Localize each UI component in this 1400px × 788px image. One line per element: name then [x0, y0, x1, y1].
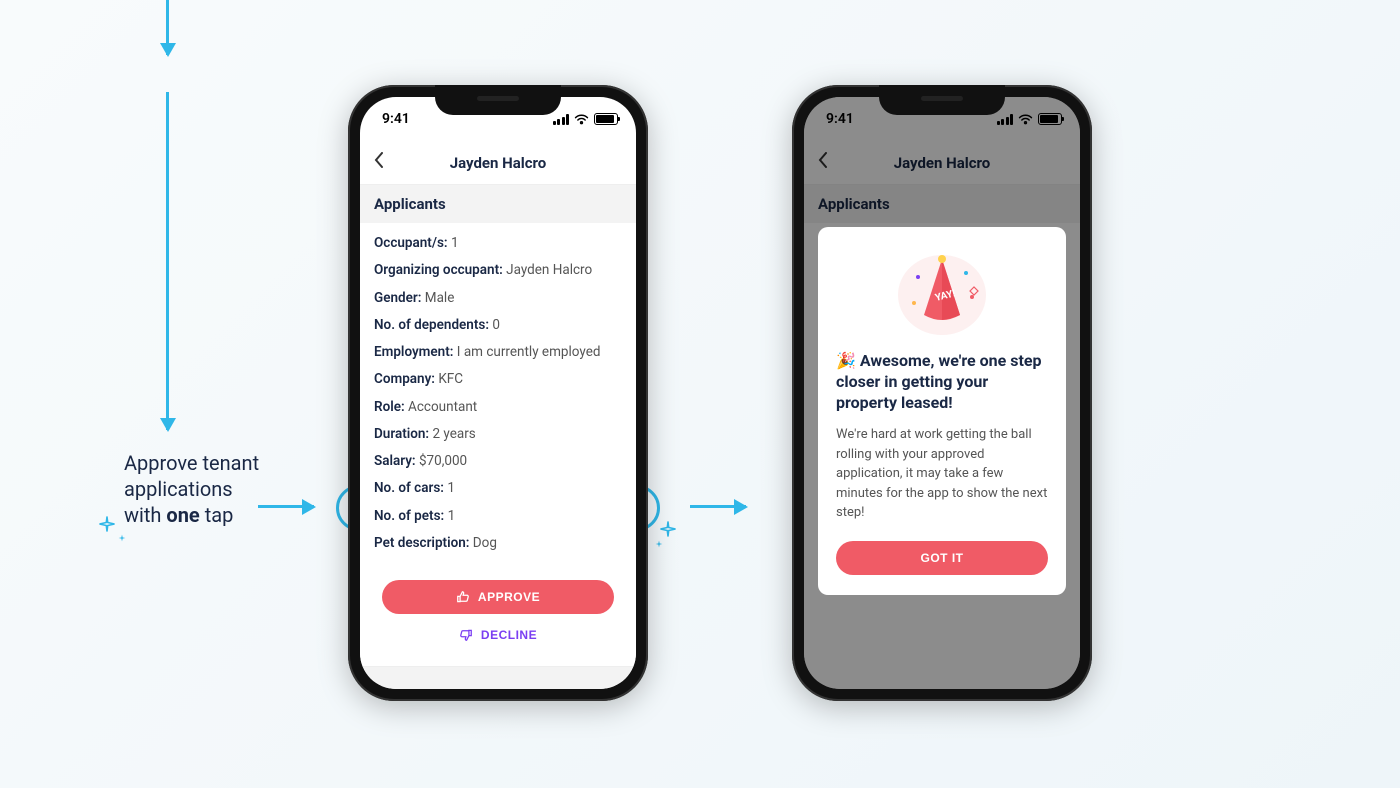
modal-title: 🎉 Awesome, we're one step closer in gett… [836, 351, 1048, 413]
decline-button[interactable]: DECLINE [382, 620, 614, 650]
flow-arrow-right-2 [690, 505, 746, 508]
got-it-button[interactable]: GOT IT [836, 541, 1048, 575]
phone-notch [435, 85, 561, 115]
success-modal: YAY! 🎉 Awesome, we're one step closer in… [818, 227, 1066, 595]
detail-duration: Duration: 2 years [374, 424, 622, 444]
detail-salary: Salary: $70,000 [374, 451, 622, 471]
flow-arrow-down-2 [166, 92, 169, 430]
sparkle-icon [659, 520, 677, 538]
detail-pets: No. of pets: 1 [374, 506, 622, 526]
app-header: Jayden Halcro [360, 141, 636, 185]
status-indicators [553, 113, 619, 125]
detail-gender: Gender: Male [374, 288, 622, 308]
detail-pet-description: Pet description: Dog [374, 533, 622, 553]
screen-spacer [360, 667, 636, 689]
caption-line-1: Approve tenant [124, 450, 324, 476]
got-it-button-label: GOT IT [921, 551, 964, 565]
modal-body: We're hard at work getting the ball roll… [836, 425, 1048, 523]
phone-notch [879, 85, 1005, 115]
applicant-details: Occupant/s: 1 Organizing occupant: Jayde… [360, 223, 636, 566]
page-title: Jayden Halcro [450, 154, 547, 172]
battery-icon [594, 113, 618, 125]
flow-arrow-down-1 [166, 0, 169, 55]
section-header: Applicants [360, 185, 636, 223]
phone-mockup-1: 9:41 Jayden Halcro Applicants Occupant/s… [348, 85, 648, 701]
caption-line-2: applications [124, 476, 324, 502]
detail-organizing-occupant: Organizing occupant: Jayden Halcro [374, 260, 622, 280]
party-hat-illustration: YAY! [836, 247, 1048, 337]
detail-company: Company: KFC [374, 369, 622, 389]
phone-mockup-2: 9:41 Jayden Halcro Applicants Occupant/s… [792, 85, 1092, 701]
decline-button-label: DECLINE [481, 628, 537, 642]
party-popper-emoji: 🎉 [836, 351, 856, 370]
back-button[interactable] [374, 152, 384, 173]
approve-button-label: APPROVE [478, 590, 540, 604]
sparkle-icon [98, 515, 116, 533]
wifi-icon [574, 114, 589, 125]
action-buttons: APPROVE DECLINE [360, 566, 636, 667]
approve-button[interactable]: APPROVE [382, 580, 614, 614]
detail-employment: Employment: I am currently employed [374, 342, 622, 362]
detail-dependents: No. of dependents: 0 [374, 315, 622, 335]
thumbs-up-icon [456, 590, 470, 604]
phone-screen: 9:41 Jayden Halcro Applicants Occupant/s… [804, 97, 1080, 689]
cellular-signal-icon [553, 114, 570, 125]
detail-cars: No. of cars: 1 [374, 478, 622, 498]
feature-caption: Approve tenant applications with one tap [124, 450, 324, 528]
phone-screen: 9:41 Jayden Halcro Applicants Occupant/s… [360, 97, 636, 689]
detail-role: Role: Accountant [374, 397, 622, 417]
caption-line-3: with one tap [124, 502, 324, 528]
thumbs-down-icon [459, 628, 473, 642]
sparkle-icon [118, 534, 126, 542]
detail-occupants: Occupant/s: 1 [374, 233, 622, 253]
chevron-left-icon [374, 152, 384, 168]
status-time: 9:41 [382, 111, 410, 127]
sparkle-icon [655, 540, 663, 548]
